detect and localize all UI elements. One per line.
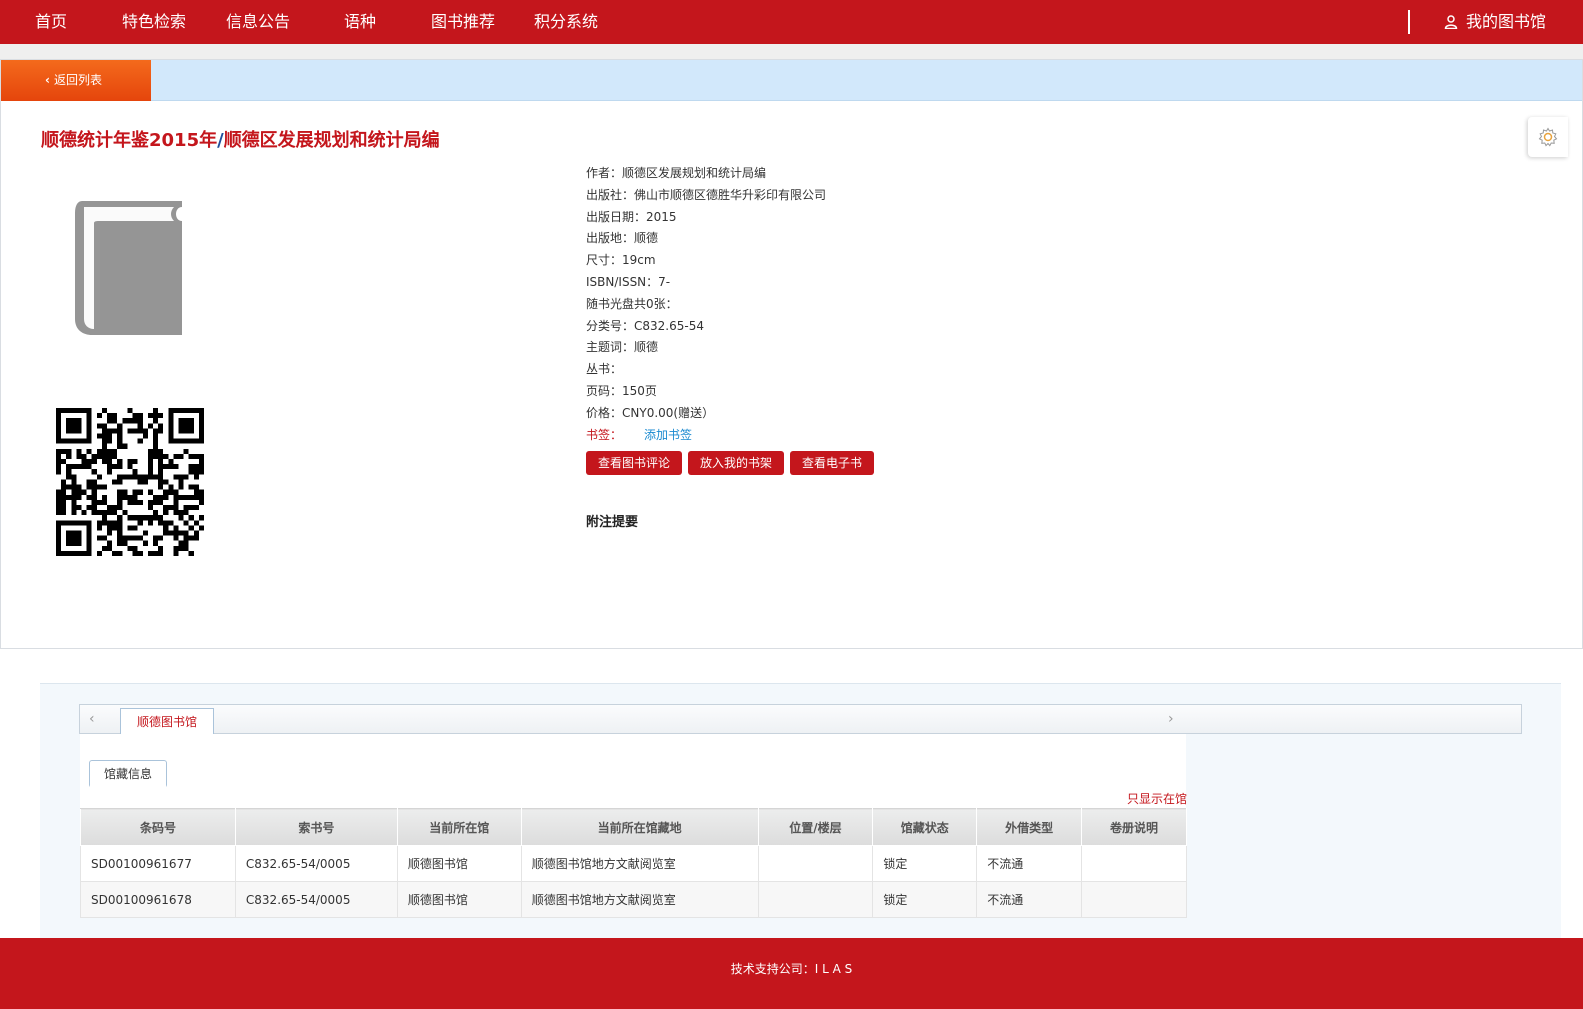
col-position: 位置/楼层 (757, 808, 874, 846)
info-pubdate: 出版日期：2015 (586, 209, 677, 224)
view-ebook-button[interactable]: 查看电子书 (790, 451, 875, 476)
col-volume-note: 卷册说明 (1081, 808, 1187, 846)
library-tabstrip: ‹ 顺德图书馆 › (79, 704, 1522, 735)
top-nav: 首页 特色检索 信息公告 语种 图书推荐 积分系统 我的图书馆 (0, 0, 1583, 44)
col-current-library: 当前所在馆 (396, 808, 522, 846)
back-to-list-label: 返回列表 (53, 73, 102, 87)
info-size: 尺寸：19cm (586, 253, 656, 268)
view-reviews-button[interactable]: 查看图书评论 (586, 451, 683, 476)
cell-volume-note (1081, 845, 1187, 882)
footer: 技术支持公司：I L A S (0, 938, 1583, 1009)
pubdate-value: 2015 (646, 209, 677, 224)
author-value: 顺德区发展规划和统计局编 (622, 166, 767, 180)
my-library-label: 我的图书馆 (1466, 12, 1547, 31)
info-author: 作者：顺德区发展规划和统计局编 (586, 166, 767, 180)
info-class: 分类号：C832.65-54 (586, 318, 704, 333)
action-buttons: 查看图书评论 放入我的书架 查看电子书 (586, 451, 1186, 476)
book-title: 顺德统计年鉴2015年/顺德区发展规划和统计局编 (41, 126, 440, 152)
nav-divider (1408, 10, 1410, 34)
col-callno: 索书号 (234, 808, 398, 846)
chevron-left-icon[interactable]: ‹ (89, 711, 95, 727)
table-header-row: 条码号 索书号 当前所在馆 当前所在馆藏地 位置/楼层 馆藏状态 外借类型 卷册… (80, 808, 1187, 846)
settings-widget[interactable] (1528, 117, 1568, 157)
chevron-left-icon: ‹ (45, 73, 50, 87)
book-title-main: 顺德统计年鉴2015年 (41, 130, 218, 151)
nav-recommend[interactable]: 图书推荐 (431, 0, 495, 44)
nav-home[interactable]: 首页 (35, 0, 67, 44)
table-row: SD00100961677 C832.65-54/0005 顺德图书馆 顺德图书… (80, 845, 1187, 882)
col-loan-type: 外借类型 (976, 808, 1083, 846)
header-spacer (0, 44, 1583, 59)
place-value: 顺德 (634, 231, 659, 246)
cell-location: 顺德图书馆地方文献阅览室 (520, 881, 759, 918)
tab-holdings-info[interactable]: 馆藏信息 (89, 760, 168, 787)
book-title-separator: / (217, 130, 224, 151)
isbn-value: 7- (658, 274, 671, 289)
col-barcode: 条码号 (80, 808, 236, 846)
col-status: 馆藏状态 (872, 808, 978, 846)
cell-loan-type: 不流通 (976, 881, 1083, 918)
info-disc: 随书光盘共0张： (586, 296, 678, 311)
nav-special-search[interactable]: 特色检索 (122, 0, 186, 44)
subject-value: 顺德 (634, 340, 659, 355)
chevron-right-icon[interactable]: › (1168, 711, 1174, 727)
info-subject: 主题词：顺德 (586, 340, 659, 355)
cell-status: 锁定 (872, 845, 978, 882)
cell-barcode: SD00100961678 (80, 881, 236, 918)
cell-loan-type: 不流通 (976, 845, 1083, 882)
table-row: SD00100961678 C832.65-54/0005 顺德图书馆 顺德图书… (80, 881, 1187, 918)
nav-announcements[interactable]: 信息公告 (226, 0, 290, 44)
user-icon (1444, 15, 1458, 30)
cell-library: 顺德图书馆 (396, 881, 522, 918)
cell-status: 锁定 (872, 881, 978, 918)
book-info: 作者：顺德区发展规划和统计局编 出版社：佛山市顺德区德胜华升彩印有限公司 出版日… (586, 163, 1186, 476)
price-value: CNY0.00(赠送） (622, 405, 715, 420)
my-library-link[interactable]: 我的图书馆 (1444, 0, 1546, 44)
info-publisher: 出版社：佛山市顺德区德胜华升彩印有限公司 (586, 187, 827, 202)
back-bar: ‹ 返回列表 (1, 60, 1582, 101)
cell-position (757, 845, 874, 882)
cell-barcode: SD00100961677 (80, 845, 236, 882)
holdings-table: 条码号 索书号 当前所在馆 当前所在馆藏地 位置/楼层 馆藏状态 外借类型 卷册… (80, 808, 1187, 918)
publisher-value: 佛山市顺德区德胜华升彩印有限公司 (634, 187, 827, 202)
book-cover-icon (75, 201, 182, 335)
remark-title: 附注提要 (586, 515, 639, 530)
info-isbn: ISBN/ISSN：7- (586, 274, 671, 289)
qr-code (56, 408, 204, 556)
col-current-location: 当前所在馆藏地 (520, 808, 759, 846)
cell-library: 顺德图书馆 (396, 845, 522, 882)
cell-location: 顺德图书馆地方文献阅览室 (520, 845, 759, 882)
back-to-list-button[interactable]: ‹ 返回列表 (1, 60, 151, 101)
tab-shunde-library[interactable]: 顺德图书馆 (120, 708, 215, 735)
info-series: 丛书： (586, 362, 623, 377)
cell-position (757, 881, 874, 918)
class-value: C832.65-54 (634, 318, 704, 333)
size-value: 19cm (622, 253, 656, 268)
pages-value: 150页 (622, 383, 657, 398)
info-pages: 页码：150页 (586, 383, 657, 398)
info-bookmark: 书签： 添加书签 (586, 427, 693, 442)
nav-points[interactable]: 积分系统 (534, 0, 598, 44)
add-bookmark-link[interactable]: 添加书签 (644, 428, 692, 442)
only-available-link[interactable]: 只显示在馆 (1127, 790, 1187, 807)
add-to-shelf-button[interactable]: 放入我的书架 (688, 451, 785, 476)
gear-icon (1538, 127, 1558, 147)
cell-callno: C832.65-54/0005 (234, 881, 398, 918)
info-place: 出版地：顺德 (586, 231, 659, 246)
nav-languages[interactable]: 语种 (344, 0, 376, 44)
info-price: 价格：CNY0.00(赠送） (586, 405, 715, 420)
book-title-responsibility: 顺德区发展规划和统计局编 (223, 130, 440, 151)
cell-volume-note (1081, 881, 1187, 918)
cell-callno: C832.65-54/0005 (234, 845, 398, 882)
